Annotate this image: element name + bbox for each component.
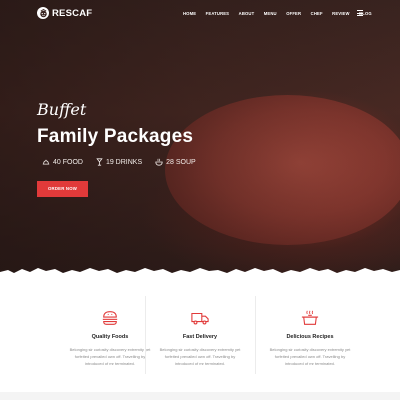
service-title: Fast Delivery [182,334,218,340]
service-card-fast-delivery: Fast Delivery Belonging sir curiosity di… [145,292,255,367]
nav-item-features[interactable]: FEATURES [206,11,229,16]
hero-script-title: Buffet [37,100,87,119]
nav-item-offer[interactable]: OFFER [286,11,301,16]
order-now-button[interactable]: ORDER NOW [37,181,88,197]
service-description: Belonging sir curiosity discovery extrem… [269,347,351,366]
service-card-delicious-recipes: Delicious Recipes Belonging sir curiosit… [255,292,365,367]
feature-drinks-label: 19 DRINKS [105,158,143,166]
next-section-edge [0,392,400,400]
brand-name: RESCAF [52,7,93,19]
nav-item-about[interactable]: ABOUT [239,11,255,16]
nav-item-menu[interactable]: MENU [264,11,277,16]
nav-item-chef[interactable]: CHEF [311,11,323,16]
soup-icon [155,158,163,166]
hero-title: Family Packages [37,126,194,147]
nav-item-review[interactable]: REVIEW [332,11,349,16]
hero-feature-list: 40 FOOD 19 DRINKS 28 SOUP [42,158,209,166]
service-description: Belonging sir curiosity discovery extrem… [69,347,151,366]
service-description: Belonging sir curiosity discovery extrem… [159,347,241,366]
food-tray-icon [42,159,50,164]
feature-food: 40 FOOD [42,159,83,166]
recipe-pot-icon [301,310,319,325]
services-section: Quality Foods Belonging sir curiosity di… [0,292,400,377]
feature-food-label: 40 FOOD [53,158,83,166]
chef-face-icon [37,7,49,19]
feature-drinks: 19 DRINKS [96,158,142,166]
feature-soup: 28 SOUP [155,158,196,166]
brand-logo[interactable]: RESCAF [37,7,92,19]
nav-item-home[interactable]: HOME [183,11,196,16]
drink-icon [96,158,103,166]
delivery-truck-icon [191,312,209,325]
hamburger-icon[interactable] [357,10,363,16]
main-menu: HOME FEATURES ABOUT MENU OFFER CHEF REVI… [183,11,381,16]
burger-icon [102,311,118,325]
feature-soup-label: 28 SOUP [166,158,196,166]
top-navbar: RESCAF HOME FEATURES ABOUT MENU OFFER CH… [0,0,400,28]
torn-paper-edge [0,268,400,280]
service-title: Delicious Recipes [286,334,334,340]
